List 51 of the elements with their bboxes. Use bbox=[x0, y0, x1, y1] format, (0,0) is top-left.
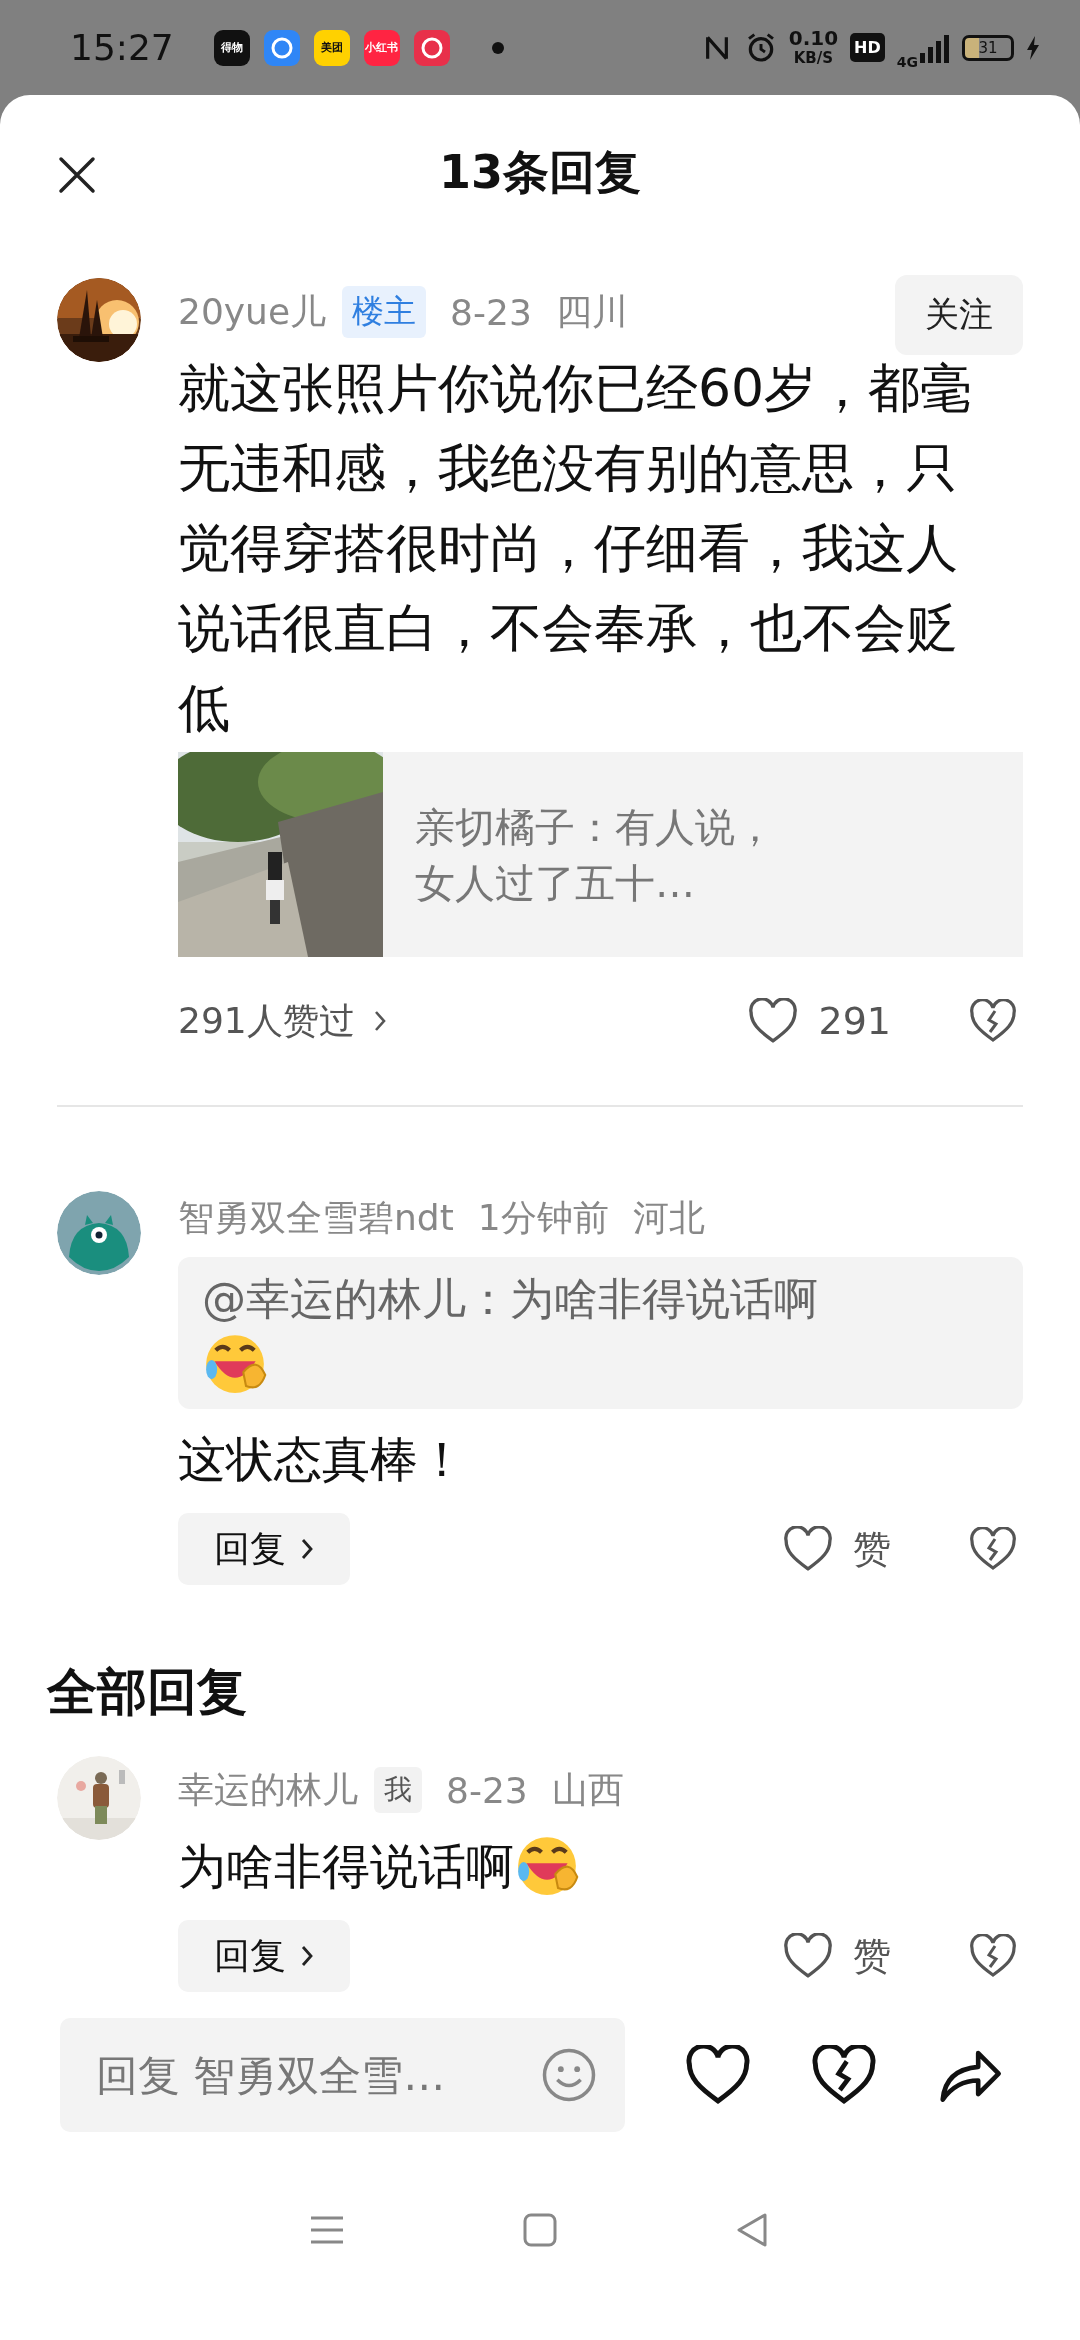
dislike-icon[interactable] bbox=[811, 2045, 877, 2105]
comment-date: 8-23 bbox=[446, 1769, 528, 1811]
like-button[interactable]: 赞 bbox=[783, 1930, 891, 1982]
author-badge: 楼主 bbox=[342, 286, 427, 338]
follow-button[interactable]: 关注 bbox=[895, 275, 1023, 355]
quoted-post-card[interactable]: 亲切橘子：有人说， 女人过了五十… bbox=[178, 752, 1023, 957]
author-name[interactable]: 智勇双全雪碧ndt bbox=[178, 1193, 454, 1243]
section-heading: 全部回复 bbox=[47, 1662, 248, 1723]
dislike-icon[interactable] bbox=[969, 1934, 1017, 1978]
like-button[interactable]: 赞 bbox=[783, 1523, 891, 1575]
charging-icon bbox=[1026, 34, 1040, 61]
app-icon: 得物 bbox=[213, 29, 250, 66]
dislike-icon[interactable] bbox=[969, 999, 1017, 1043]
hd-badge: HD bbox=[850, 33, 885, 62]
quoted-reply-text: @幸运的林儿：为啥非得说话啊 bbox=[202, 1272, 819, 1326]
author-name[interactable]: 幸运的林儿 bbox=[178, 1765, 358, 1815]
dislike-icon[interactable] bbox=[969, 1527, 1017, 1571]
comment-date: 8-23 bbox=[450, 291, 532, 333]
monster-avatar-icon bbox=[57, 1191, 141, 1275]
author-name[interactable]: 20yue儿 bbox=[178, 287, 327, 337]
reply-button[interactable]: 回复 bbox=[178, 1513, 350, 1585]
comment-text: 这状态真棒！ bbox=[178, 1430, 467, 1489]
like-button[interactable]: 291 bbox=[748, 998, 891, 1044]
reply-button[interactable]: 回复 bbox=[178, 1920, 350, 1992]
notification-dot-icon bbox=[491, 41, 504, 54]
app-icon: 美团 bbox=[313, 29, 350, 66]
chevron-icon bbox=[372, 1009, 387, 1033]
network-type: 4G bbox=[896, 53, 918, 70]
likes-summary-link[interactable]: 291人赞过 bbox=[178, 996, 387, 1046]
app-icon: 小红书 bbox=[363, 29, 400, 66]
comment-time: 1分钟前 bbox=[477, 1195, 609, 1240]
signal-icon bbox=[920, 32, 950, 63]
comment-location: 四川 bbox=[555, 289, 628, 334]
quoted-text-line: 女人过了五十… bbox=[415, 858, 696, 908]
reply-input-field[interactable]: 回复 智勇双全雪… bbox=[60, 2018, 625, 2132]
network-speed: 0.10 bbox=[788, 27, 839, 48]
speed-unit: KB/S bbox=[793, 47, 834, 68]
clock: 15:27 bbox=[70, 27, 174, 68]
sheet-title: 13条回复 bbox=[439, 143, 641, 201]
author-badge: 我 bbox=[374, 1767, 422, 1813]
comment-text: 就这张照片你说你已经60岁，都毫无违和感，我绝没有别的意思，只觉得穿搭很时尚，仔细看，我这人说话很直白，不会奉承，也不会贬低 bbox=[178, 357, 974, 740]
comment-text: 为啥非得说话啊 bbox=[178, 1837, 514, 1896]
battery-percent: 31 bbox=[978, 38, 998, 57]
chevron-icon bbox=[300, 1944, 314, 1968]
quoted-text-line: 亲切橘子：有人说， bbox=[415, 802, 775, 852]
close-icon[interactable] bbox=[57, 155, 97, 195]
comment-location: 河北 bbox=[632, 1195, 705, 1240]
like-icon[interactable] bbox=[685, 2045, 751, 2105]
emoji-icon[interactable] bbox=[541, 2047, 597, 2103]
comment-location: 山西 bbox=[551, 1767, 624, 1812]
chevron-icon bbox=[300, 1537, 314, 1561]
